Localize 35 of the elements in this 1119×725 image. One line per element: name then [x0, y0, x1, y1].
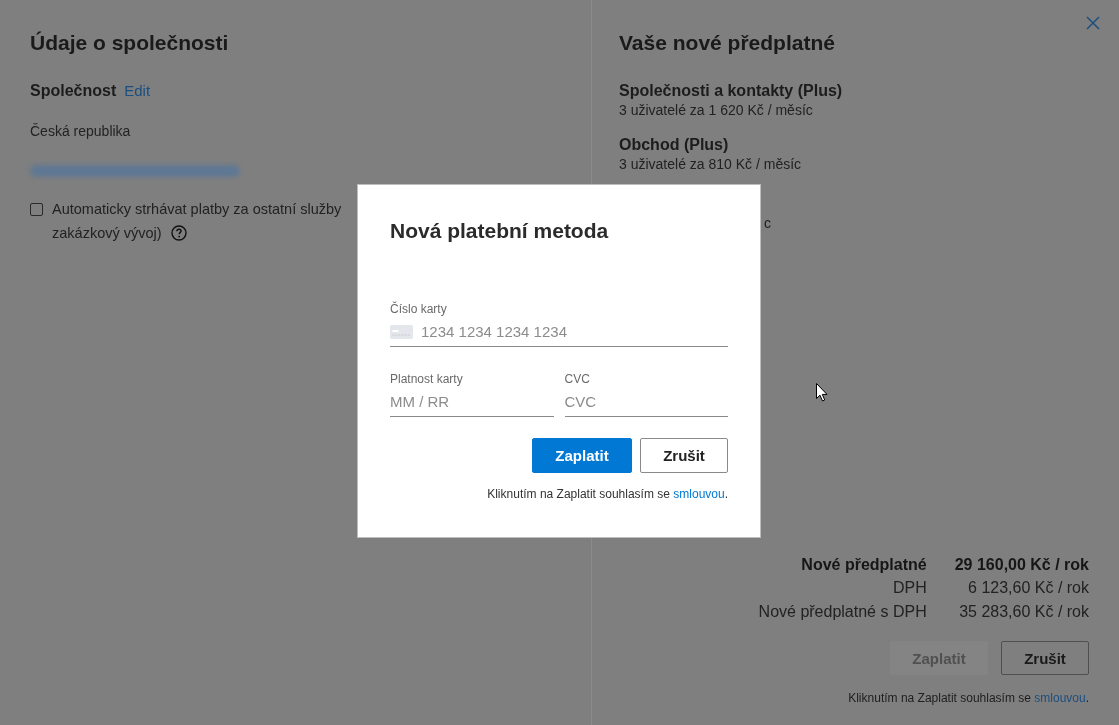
product-name: Obchod (Plus): [619, 135, 729, 155]
checkbox-label: Automaticky strhávat platby za ostatní služby: [52, 200, 342, 219]
expiry-field[interactable]: MM / RR: [390, 387, 554, 417]
agreement-link[interactable]: smlouvou: [673, 487, 725, 501]
total-value: 35 283,60 Kč / rok: [958, 601, 1089, 622]
panel-title: Údaje o společnosti: [30, 30, 229, 56]
agreement-text: Kliknutím na Zaplatit souhlasím se smlouvou.: [487, 486, 728, 502]
help-icon[interactable]: [170, 225, 187, 241]
field-label: Platnost karty: [390, 371, 463, 387]
card-icon: [390, 324, 413, 339]
total-label: Nové předplatné s DPH: [758, 601, 927, 622]
text-fragment: c: [764, 215, 771, 231]
product-price: 3 uživatelé za 1 620 Kč / měsíc: [619, 101, 813, 120]
total-value: 29 160,00 Kč / rok: [954, 554, 1089, 575]
dialog-title: Nová platební metoda: [390, 218, 609, 244]
total-label: DPH: [891, 578, 927, 598]
cvc-field[interactable]: CVC: [564, 387, 728, 417]
agreement-text: Kliknutím na Zaplatit souhlasím se smlouvou.: [848, 690, 1089, 706]
cancel-button[interactable]: Zrušit: [640, 438, 728, 473]
product-price: 3 uživatelé za 810 Kč / měsíc: [619, 155, 802, 174]
total-value: 6 123,60 Kč / rok: [967, 578, 1089, 598]
pay-button[interactable]: Zaplatit: [532, 438, 632, 473]
total-label: Nové předplatné: [800, 554, 927, 575]
close-icon[interactable]: [1086, 16, 1100, 30]
checkbox-label: zakázkový vývoj): [52, 224, 162, 243]
panel-title: Vaše nové předplatné: [619, 30, 835, 56]
section-heading: Společnost: [30, 81, 117, 101]
mouse-pointer-icon: [816, 383, 828, 402]
product-name: Společnosti a kontakty (Plus): [619, 81, 843, 101]
country-text: Česká republika: [30, 122, 131, 141]
card-number-field[interactable]: 1234 1234 1234 1234: [421, 317, 728, 346]
field-label: CVC: [564, 371, 590, 387]
checkbox[interactable]: [30, 203, 43, 216]
cancel-button[interactable]: Zrušit: [1001, 641, 1089, 675]
field-label: Číslo karty: [390, 301, 447, 317]
